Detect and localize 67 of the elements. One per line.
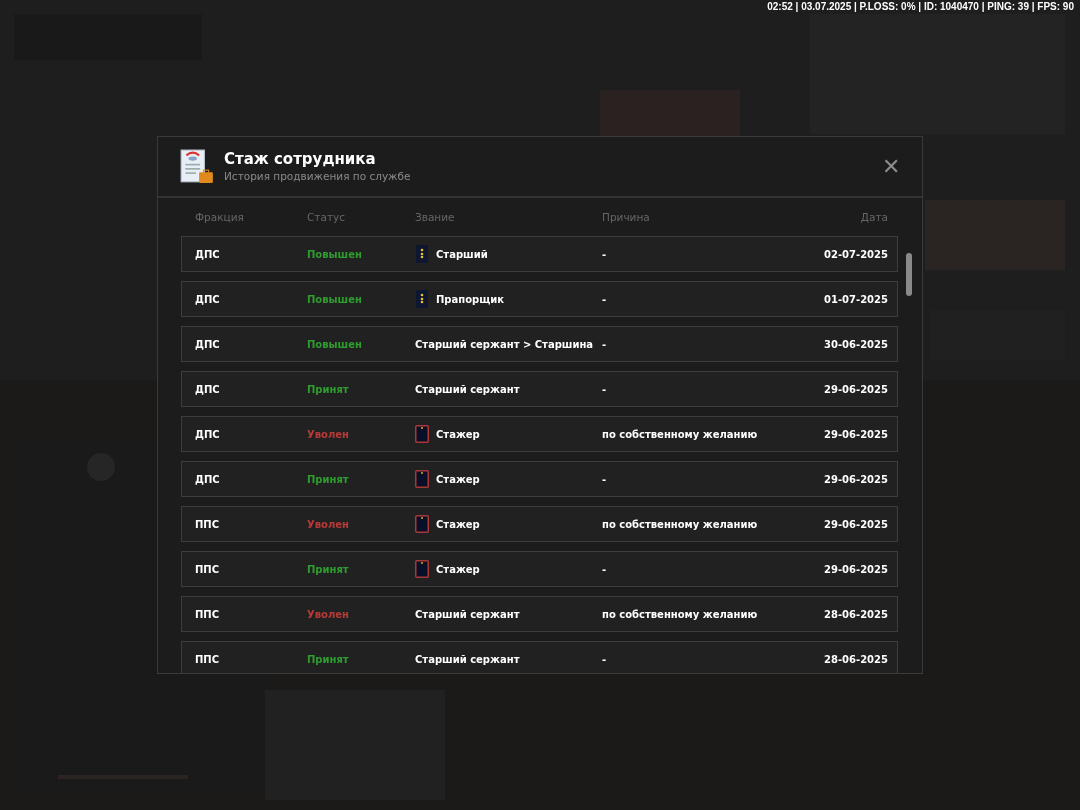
date-text: 02-07-2025 xyxy=(824,248,888,260)
date-text: 01-07-2025 xyxy=(824,293,888,305)
date-text: 29-06-2025 xyxy=(824,383,888,395)
date-text: 29-06-2025 xyxy=(824,473,888,485)
status-text: Уволен xyxy=(307,428,350,440)
rank-text: Старший сержант > Старшина xyxy=(415,338,594,350)
faction-text: ДПС xyxy=(195,338,221,350)
date-text: 29-06-2025 xyxy=(824,518,888,530)
reason-text: - xyxy=(602,248,608,260)
date-text: 29-06-2025 xyxy=(824,563,888,575)
faction-text: ППС xyxy=(195,653,221,665)
faction-text: ППС xyxy=(195,608,221,620)
status-text: Принят xyxy=(307,473,350,485)
status-text: Принят xyxy=(307,653,350,665)
column-header: Дата xyxy=(860,211,888,223)
reason-text: - xyxy=(602,473,608,485)
rank-text: Старший сержант xyxy=(415,608,520,620)
status-text: Принят xyxy=(307,383,350,395)
faction-text: ДПС xyxy=(195,293,221,305)
shoulder-strap-icon xyxy=(415,470,429,488)
faction-text: ППС xyxy=(195,518,221,530)
date-text: 28-06-2025 xyxy=(824,608,888,620)
date-text: 30-06-2025 xyxy=(824,338,888,350)
faction-text: ППС xyxy=(195,563,221,575)
date-text: 29-06-2025 xyxy=(824,428,888,440)
dialog-title: Стаж сотрудника xyxy=(224,150,377,169)
scrollbar-thumb[interactable] xyxy=(906,253,912,296)
shoulder-strap-icon xyxy=(415,560,429,578)
close-button[interactable]: ✕ xyxy=(878,153,904,180)
reason-text: - xyxy=(602,338,608,350)
date-text: 28-06-2025 xyxy=(824,653,888,665)
faction-text: ДПС xyxy=(195,428,221,440)
rank-text: Старший сержант xyxy=(415,383,520,395)
shoulder-strap-icon xyxy=(415,515,429,533)
reason-text: - xyxy=(602,383,608,395)
rank-text: Стажер xyxy=(436,563,480,575)
rank-text: Старший xyxy=(436,248,488,260)
status-text: Повышен xyxy=(307,338,363,350)
faction-text: ДПС xyxy=(195,473,221,485)
document-icon xyxy=(180,148,214,185)
reason-text: - xyxy=(602,563,608,575)
column-header: Звание xyxy=(415,211,456,223)
shoulder-strap-icon xyxy=(415,425,429,443)
column-header: Причина xyxy=(602,211,651,223)
rank-text: Стажер xyxy=(436,473,480,485)
rank-text: Прапорщик xyxy=(436,293,505,305)
rank-text: Стажер xyxy=(436,428,480,440)
reason-text: по собственному желанию xyxy=(602,428,759,440)
rank-text: Старший сержант xyxy=(415,653,520,665)
column-header: Фракция xyxy=(195,211,245,223)
faction-text: ДПС xyxy=(195,383,221,395)
status-text: Уволен xyxy=(307,518,350,530)
status-text: Уволен xyxy=(307,608,350,620)
faction-text: ДПС xyxy=(195,248,221,260)
status-text: Повышен xyxy=(307,293,363,305)
dialog-subtitle: История продвижения по службе xyxy=(224,169,412,183)
shoulder-strap-icon xyxy=(415,245,429,263)
reason-text: по собственному желанию xyxy=(602,608,759,620)
reason-text: по собственному желанию xyxy=(602,518,759,530)
status-text: Принят xyxy=(307,563,350,575)
reason-text: - xyxy=(602,653,608,665)
reason-text: - xyxy=(602,293,608,305)
rank-text: Стажер xyxy=(436,518,480,530)
status-text: Повышен xyxy=(307,248,363,260)
shoulder-strap-icon xyxy=(415,290,429,308)
column-header: Статус xyxy=(307,211,346,223)
status-bar-text: 02:52 | 03.07.2025 | P.LOSS: 0% | ID: 1040470 | PING: 39 | FPS: 90 xyxy=(767,1,1074,12)
